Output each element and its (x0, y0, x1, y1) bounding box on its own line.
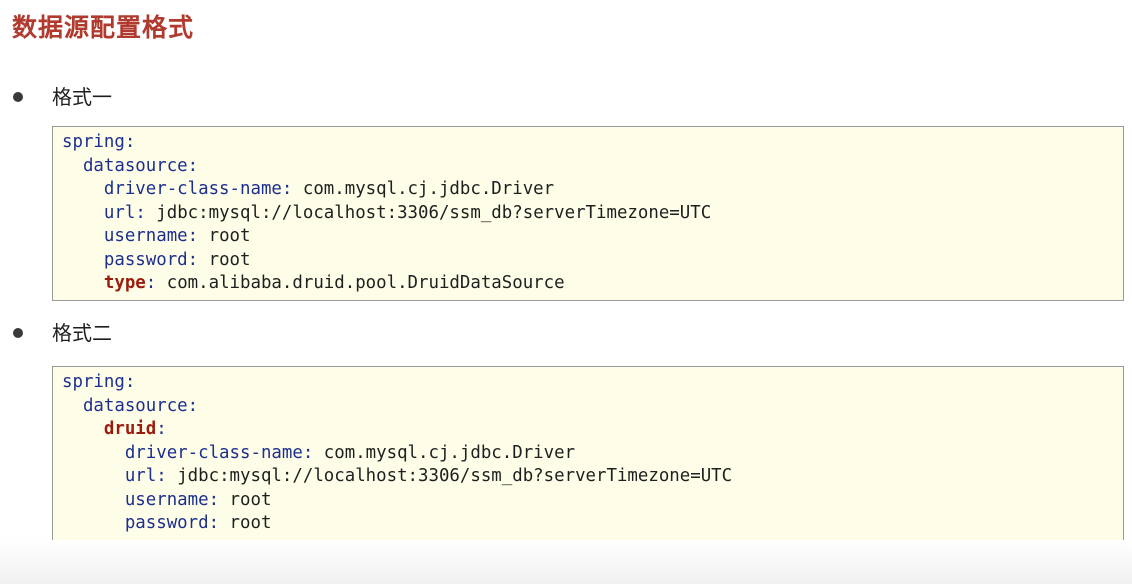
code-line: password: root (62, 249, 1123, 273)
code-key: password (103, 249, 188, 270)
code-separator: : (156, 466, 167, 486)
section-heading-1: 格式一 (13, 82, 112, 112)
code-separator: : (187, 249, 199, 270)
code-line: username: root (62, 225, 1123, 249)
code-block-format-1: spring: datasource: driver-class-name: c… (52, 126, 1124, 301)
code-block-format-2: spring: datasource: druid: driver-class-… (52, 366, 1124, 541)
code-key: type (103, 273, 146, 293)
code-key: datasource (82, 395, 188, 416)
code-separator: : (187, 395, 199, 416)
code-key: url (103, 202, 136, 223)
code-key: datasource (82, 155, 188, 176)
section-heading-text: 格式二 (52, 321, 112, 345)
code-separator: : (208, 513, 220, 533)
code-line: username: root (62, 489, 1123, 513)
code-value: com.mysql.cj.jdbc.Driver (292, 179, 555, 199)
code-separator: : (145, 273, 157, 293)
code-value: root (198, 226, 251, 246)
code-separator: : (281, 179, 293, 199)
code-line: driver-class-name: com.mysql.cj.jdbc.Dri… (62, 442, 1123, 466)
code-key: url (124, 466, 157, 486)
code-key: username (124, 489, 209, 510)
code-line: datasource: (62, 155, 1123, 179)
page-title: 数据源配置格式 (12, 13, 195, 42)
code-key: username (103, 226, 188, 246)
code-line: password: root (62, 512, 1123, 536)
code-value: root (219, 489, 272, 510)
code-value: root (198, 249, 251, 270)
code-line: spring: (62, 371, 1123, 395)
code-key: spring (62, 372, 125, 392)
code-key: driver-class-name (124, 442, 303, 463)
code-value: jdbc:mysql://localhost:3306/ssm_db?serve… (166, 466, 733, 486)
code-value: com.mysql.cj.jdbc.Driver (313, 442, 576, 463)
code-separator: : (187, 226, 199, 246)
code-value: root (219, 513, 272, 533)
code-separator: : (124, 372, 136, 392)
code-separator: : (156, 419, 167, 439)
bottom-shade (0, 540, 1132, 584)
code-line: url: jdbc:mysql://localhost:3306/ssm_db?… (62, 465, 1123, 489)
code-separator: : (124, 132, 136, 152)
section-heading-text: 格式一 (52, 85, 112, 109)
code-value: com.alibaba.druid.pool.DruidDataSource (156, 273, 565, 293)
code-line: type: com.alibaba.druid.pool.DruidDataSo… (62, 272, 1123, 296)
code-separator: : (135, 202, 146, 223)
code-key: driver-class-name (103, 179, 282, 199)
bullet-icon (13, 328, 23, 338)
code-separator: : (208, 489, 220, 510)
code-line: url: jdbc:mysql://localhost:3306/ssm_db?… (62, 202, 1123, 226)
code-key: druid (103, 419, 157, 439)
section-heading-2: 格式二 (13, 318, 112, 348)
code-key: password (124, 513, 209, 533)
bullet-icon (13, 92, 23, 102)
code-separator: : (187, 155, 199, 176)
code-key: spring (62, 132, 125, 152)
code-line: datasource: (62, 395, 1123, 419)
code-line: spring: (62, 131, 1123, 155)
code-line: driver-class-name: com.mysql.cj.jdbc.Dri… (62, 178, 1123, 202)
code-value: jdbc:mysql://localhost:3306/ssm_db?serve… (145, 202, 712, 223)
code-separator: : (302, 442, 314, 463)
code-line: druid: (62, 418, 1123, 442)
